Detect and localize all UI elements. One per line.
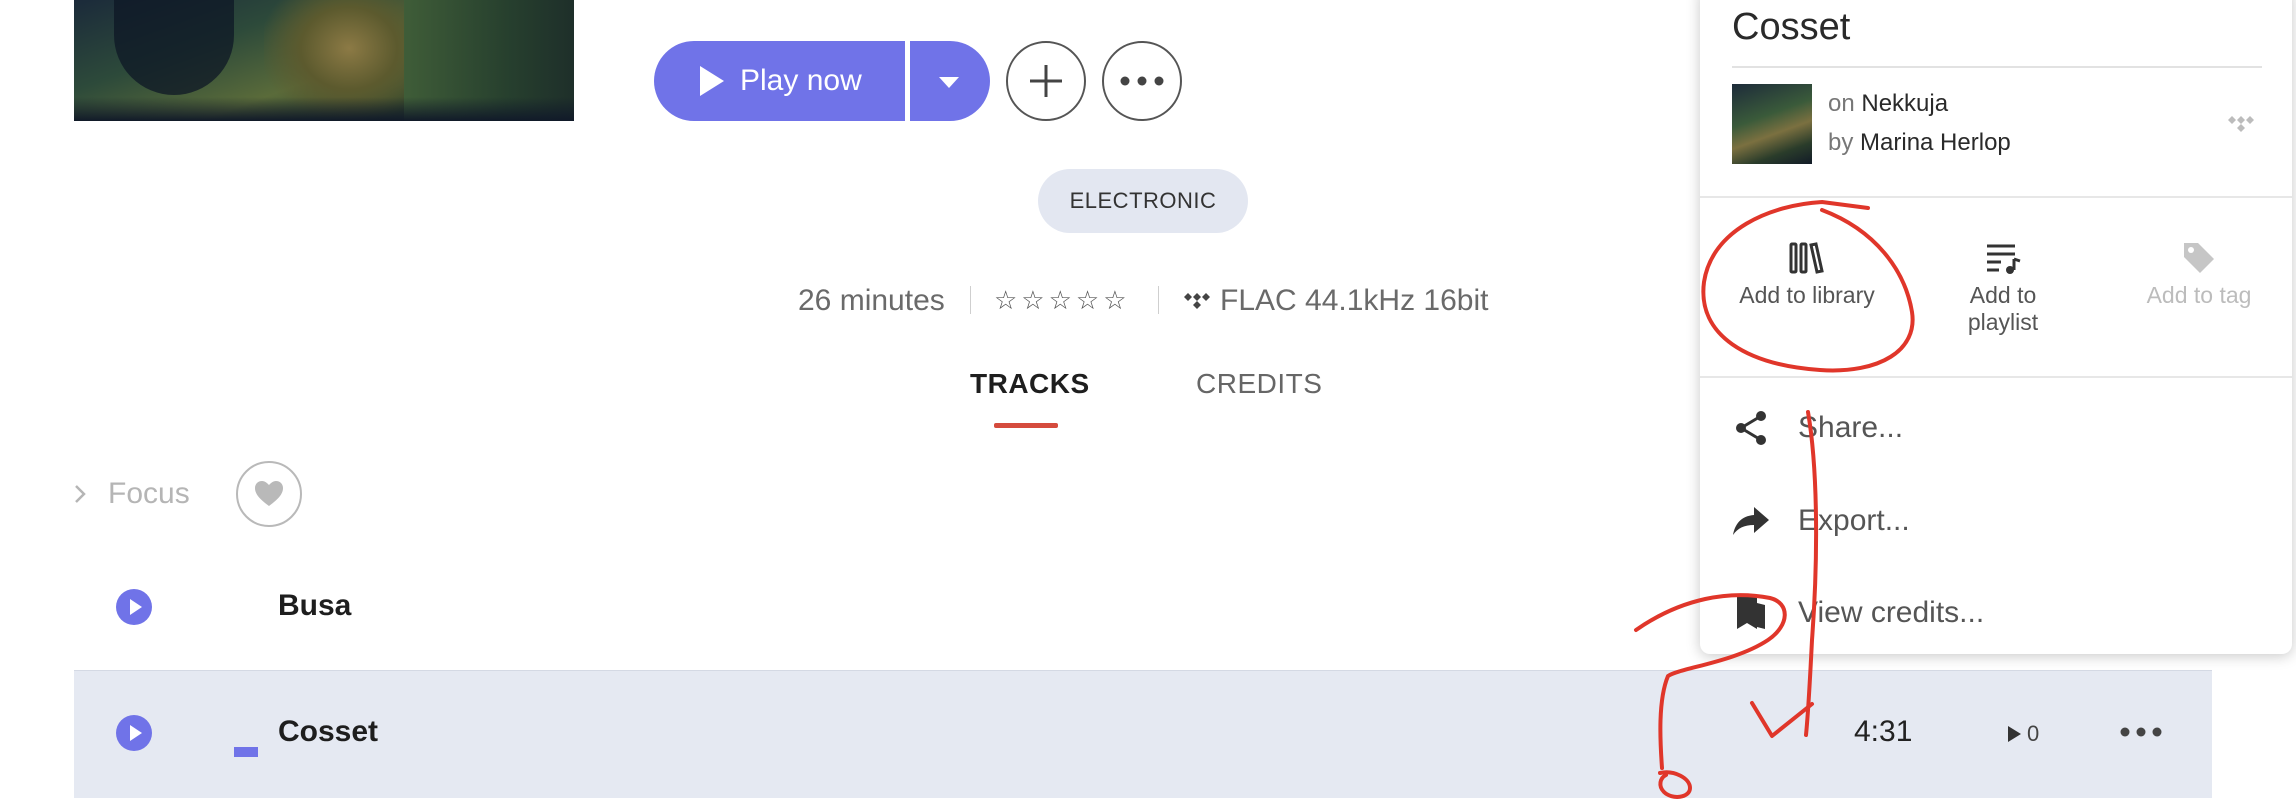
share-icon bbox=[1736, 411, 1766, 445]
play-icon bbox=[700, 66, 724, 96]
add-to-playlist-label-2: playlist bbox=[1967, 309, 2039, 335]
play-options-dropdown-button[interactable] bbox=[910, 41, 990, 121]
export-icon bbox=[1733, 507, 1769, 535]
tidal-icon bbox=[1184, 293, 1210, 309]
track-title: Cosset bbox=[278, 715, 379, 748]
audio-quality-text: FLAC 44.1kHz 16bit bbox=[1220, 284, 1489, 317]
tag-icon bbox=[2184, 243, 2214, 273]
track-duration: 4:31 bbox=[1854, 715, 1913, 748]
now-playing-indicator bbox=[234, 747, 258, 757]
artist-link[interactable]: Marina Herlop bbox=[1860, 129, 2011, 156]
add-button[interactable] bbox=[1006, 41, 1086, 121]
tab-credits[interactable]: CREDITS bbox=[1196, 368, 1322, 400]
add-to-playlist-label-1: Add to bbox=[1969, 282, 2037, 308]
table-row[interactable]: Cosset 4:31 0 bbox=[74, 670, 2212, 798]
audio-quality: FLAC 44.1kHz 16bit bbox=[1184, 281, 1488, 321]
album-prefix: on bbox=[1828, 90, 1855, 117]
track-more-button[interactable] bbox=[2120, 711, 2162, 745]
play-count-icon bbox=[2008, 726, 2021, 742]
view-credits-label: View credits... bbox=[1798, 596, 1985, 629]
genre-tag[interactable]: ELECTRONIC bbox=[1038, 169, 1248, 233]
play-now-label: Play now bbox=[740, 64, 862, 97]
plus-icon bbox=[1030, 65, 1062, 97]
tab-tracks[interactable]: TRACKS bbox=[970, 368, 1090, 400]
divider bbox=[1700, 196, 2292, 198]
track-title: Busa bbox=[278, 589, 352, 622]
heart-icon bbox=[255, 481, 283, 506]
ellipsis-icon bbox=[2120, 727, 2162, 737]
divider bbox=[1732, 66, 2262, 68]
focus-toggle[interactable]: Focus bbox=[74, 474, 190, 514]
add-to-library-label: Add to library bbox=[1739, 282, 1875, 308]
track-artist-line: by Marina Herlop bbox=[1828, 129, 2011, 157]
play-track-icon[interactable] bbox=[116, 715, 152, 751]
divider bbox=[1700, 376, 2292, 378]
meta-divider bbox=[1158, 286, 1159, 314]
library-icon bbox=[1789, 242, 1824, 274]
caret-down-icon bbox=[939, 77, 959, 88]
album-duration: 26 minutes bbox=[798, 284, 945, 317]
share-menu-item[interactable]: Share... bbox=[1732, 403, 1903, 453]
tidal-icon bbox=[2228, 116, 2254, 132]
track-album-line: on Nekkuja bbox=[1828, 90, 1948, 118]
track-album-thumbnail bbox=[1732, 84, 1812, 164]
add-to-tag-label: Add to tag bbox=[2146, 282, 2252, 308]
play-count-value: 0 bbox=[2027, 721, 2040, 746]
add-to-tag-button[interactable]: Add to tag bbox=[2114, 238, 2284, 309]
share-label: Share... bbox=[1798, 411, 1904, 444]
view-credits-menu-item[interactable]: View credits... bbox=[1732, 588, 1984, 638]
credits-icon bbox=[1737, 597, 1765, 629]
context-menu-title: Cosset bbox=[1732, 6, 1851, 48]
favorite-button[interactable] bbox=[236, 461, 302, 527]
ellipsis-icon bbox=[1120, 76, 1164, 86]
chevron-right-icon bbox=[75, 485, 86, 503]
export-menu-item[interactable]: Export... bbox=[1732, 496, 1910, 546]
add-to-playlist-button[interactable]: Add to playlist bbox=[1918, 238, 2088, 336]
album-link[interactable]: Nekkuja bbox=[1861, 90, 1948, 117]
more-options-button[interactable] bbox=[1102, 41, 1182, 121]
rating-stars[interactable]: ☆☆☆☆☆ bbox=[994, 285, 1131, 316]
track-context-menu: Cosset on Nekkuja by Marina Herlop Add t… bbox=[1700, 0, 2292, 654]
meta-divider bbox=[970, 286, 971, 314]
track-play-count: 0 bbox=[2008, 721, 2039, 747]
focus-label: Focus bbox=[108, 477, 190, 510]
active-tab-indicator bbox=[994, 423, 1058, 428]
play-now-button[interactable]: Play now bbox=[654, 41, 905, 121]
playlist-icon bbox=[1987, 244, 2021, 274]
export-label: Export... bbox=[1798, 504, 1910, 537]
artist-prefix: by bbox=[1828, 129, 1854, 156]
album-art[interactable] bbox=[74, 0, 574, 121]
add-to-library-button[interactable]: Add to library bbox=[1722, 238, 1892, 309]
play-track-icon[interactable] bbox=[116, 589, 152, 625]
